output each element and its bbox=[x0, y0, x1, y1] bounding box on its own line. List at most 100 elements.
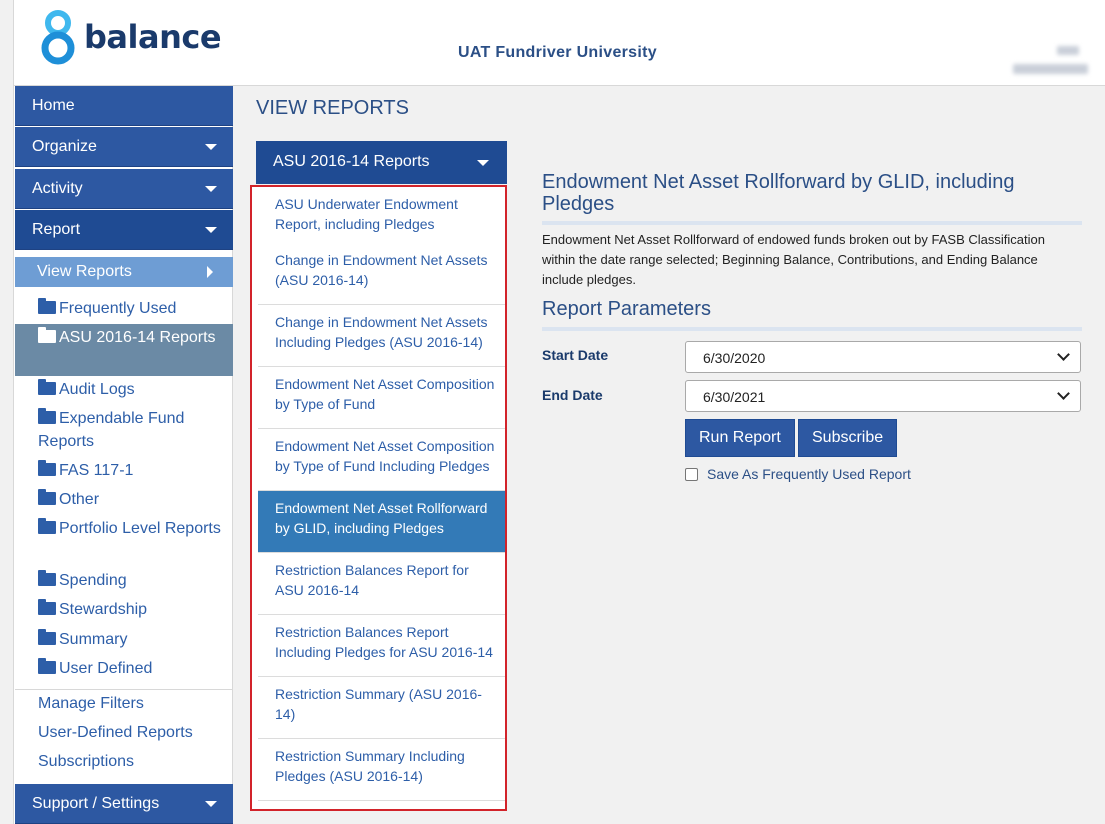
folder-icon bbox=[38, 460, 56, 476]
caret-down-icon bbox=[205, 801, 217, 807]
save-frequently-used-row: Save As Frequently Used Report bbox=[685, 466, 911, 482]
report-item-label: Restriction Balances Report Including Pl… bbox=[275, 624, 493, 660]
folder-label: Frequently Used bbox=[59, 300, 177, 317]
chevron-down-icon bbox=[1057, 387, 1070, 400]
caret-down-icon bbox=[205, 144, 217, 150]
report-item[interactable]: ASU Underwater Endowment Report, includi… bbox=[258, 187, 505, 249]
report-item[interactable]: Endowment Net Asset Composition by Type … bbox=[258, 429, 505, 491]
report-description: Endowment Net Asset Rollforward of endow… bbox=[542, 232, 1045, 287]
report-item-selected[interactable]: Endowment Net Asset Rollforward by GLID,… bbox=[258, 491, 505, 553]
save-frequently-used-checkbox[interactable] bbox=[685, 467, 698, 481]
report-item[interactable]: Restriction Balances Report Including Pl… bbox=[258, 615, 505, 677]
folder-label: Expendable Fund Reports bbox=[38, 410, 185, 450]
folder-icon bbox=[38, 408, 56, 424]
nav-view-reports-label: View Reports bbox=[37, 263, 132, 280]
brand-name: balance bbox=[84, 18, 222, 56]
end-date-label: End Date bbox=[542, 387, 603, 403]
run-report-button[interactable]: Run Report bbox=[685, 419, 795, 457]
report-parameters-heading: Report Parameters bbox=[542, 298, 1082, 331]
nav-home[interactable]: Home bbox=[15, 86, 233, 126]
report-item-label: Endowment Net Asset Composition by Type … bbox=[275, 376, 495, 412]
nav-divider bbox=[15, 689, 233, 690]
folder-fas-117-1[interactable]: FAS 117-1 bbox=[15, 459, 233, 482]
folder-icon bbox=[38, 327, 56, 343]
caret-down-icon bbox=[205, 227, 217, 233]
nav-home-label: Home bbox=[32, 97, 75, 114]
folder-portfolio-level-reports[interactable]: Portfolio Level Reports bbox=[15, 517, 233, 540]
folder-icon bbox=[38, 489, 56, 505]
report-item-label: Endowment Net Asset Composition by Type … bbox=[275, 438, 495, 474]
balance-logo-icon bbox=[41, 10, 75, 65]
folder-other[interactable]: Other bbox=[15, 488, 233, 511]
report-title: Endowment Net Asset Rollforward by GLID,… bbox=[542, 171, 1082, 225]
folder-icon bbox=[38, 658, 56, 674]
nav-report[interactable]: Report bbox=[15, 210, 233, 250]
report-item-label: Restriction Summary Including Pledges (A… bbox=[275, 748, 465, 784]
folder-icon bbox=[38, 379, 56, 395]
folder-label: Portfolio Level Reports bbox=[59, 520, 221, 537]
report-item-label: ASU Underwater Endowment Report, includi… bbox=[275, 196, 458, 232]
folder-label: FAS 117-1 bbox=[59, 462, 134, 479]
sidebar: Home Organize Activity Report View Repor… bbox=[13, 86, 233, 824]
nav-support-label: Support / Settings bbox=[32, 795, 160, 812]
report-item[interactable]: Restriction Summary (ASU 2016-14) bbox=[258, 677, 505, 739]
folder-label: Other bbox=[59, 491, 100, 508]
end-date-value: 6/30/2021 bbox=[703, 389, 766, 405]
organization-name: UAT Fundriver University bbox=[458, 44, 657, 61]
folder-label: ASU 2016-14 Reports bbox=[59, 329, 216, 346]
report-item-label: Endowment Net Asset Rollforward by GLID,… bbox=[275, 500, 488, 536]
end-date-select[interactable]: 6/30/2021 bbox=[685, 380, 1081, 412]
folder-label: User Defined bbox=[59, 660, 153, 677]
nav-support-settings[interactable]: Support / Settings bbox=[15, 784, 233, 824]
report-item-label: Change in Endowment Net Assets (ASU 2016… bbox=[275, 252, 488, 288]
report-item-label: Restriction Balances Report for ASU 2016… bbox=[275, 562, 469, 598]
folder-summary[interactable]: Summary bbox=[15, 628, 233, 651]
folder-icon bbox=[38, 298, 56, 314]
folder-asu-2016-14-reports[interactable]: ASU 2016-14 Reports bbox=[15, 324, 233, 376]
caret-right-icon bbox=[207, 266, 213, 278]
caret-down-icon bbox=[477, 160, 489, 166]
subscribe-button[interactable]: Subscribe bbox=[798, 419, 898, 457]
report-item[interactable]: Restriction Summary Including Pledges (A… bbox=[258, 739, 505, 801]
report-item-label: Change in Endowment Net Assets Including… bbox=[275, 314, 488, 350]
user-menu[interactable] bbox=[977, 44, 1095, 82]
page-title: VIEW REPORTS bbox=[256, 97, 409, 119]
nav-organize-label: Organize bbox=[32, 138, 97, 155]
folder-icon bbox=[38, 570, 56, 586]
folder-label: Stewardship bbox=[59, 601, 148, 618]
save-frequently-used-label[interactable]: Save As Frequently Used Report bbox=[707, 466, 911, 482]
chevron-down-icon bbox=[1057, 348, 1070, 361]
start-date-label: Start Date bbox=[542, 347, 609, 363]
report-category-dropdown[interactable]: ASU 2016-14 Reports bbox=[256, 141, 507, 184]
nav-activity[interactable]: Activity bbox=[15, 169, 233, 209]
folder-icon bbox=[38, 599, 56, 615]
folder-label: Spending bbox=[59, 572, 127, 589]
report-item[interactable]: Change in Endowment Net Assets Including… bbox=[258, 305, 505, 367]
folder-user-defined[interactable]: User Defined bbox=[15, 657, 233, 680]
start-date-value: 6/30/2020 bbox=[703, 350, 766, 366]
folder-icon bbox=[38, 518, 56, 534]
folder-label: Audit Logs bbox=[59, 381, 135, 398]
link-subscriptions[interactable]: Subscriptions bbox=[38, 753, 134, 771]
start-date-select[interactable]: 6/30/2020 bbox=[685, 341, 1081, 373]
report-item[interactable]: Endowment Net Asset Composition by Type … bbox=[258, 367, 505, 429]
folder-label: Summary bbox=[59, 631, 128, 648]
nav-report-label: Report bbox=[32, 221, 81, 238]
app-header: balance UAT Fundriver University bbox=[13, 0, 1105, 86]
report-list: ASU Underwater Endowment Report, includi… bbox=[250, 185, 507, 811]
link-user-defined-reports[interactable]: User-Defined Reports bbox=[38, 724, 193, 742]
folder-frequently-used[interactable]: Frequently Used bbox=[15, 297, 233, 320]
folder-audit-logs[interactable]: Audit Logs bbox=[15, 378, 233, 401]
report-category-label: ASU 2016-14 Reports bbox=[273, 153, 430, 170]
folder-spending[interactable]: Spending bbox=[15, 569, 233, 592]
nav-organize[interactable]: Organize bbox=[15, 127, 233, 167]
folder-expendable-fund-reports[interactable]: Expendable Fund Reports bbox=[15, 407, 233, 453]
folder-stewardship[interactable]: Stewardship bbox=[15, 598, 233, 621]
caret-down-icon bbox=[205, 186, 217, 192]
brand-logo[interactable]: balance bbox=[40, 8, 222, 66]
nav-activity-label: Activity bbox=[32, 180, 83, 197]
report-item[interactable]: Change in Endowment Net Assets (ASU 2016… bbox=[258, 243, 505, 305]
link-manage-filters[interactable]: Manage Filters bbox=[38, 695, 144, 713]
nav-view-reports[interactable]: View Reports bbox=[15, 257, 233, 287]
report-item[interactable]: Restriction Balances Report for ASU 2016… bbox=[258, 553, 505, 615]
